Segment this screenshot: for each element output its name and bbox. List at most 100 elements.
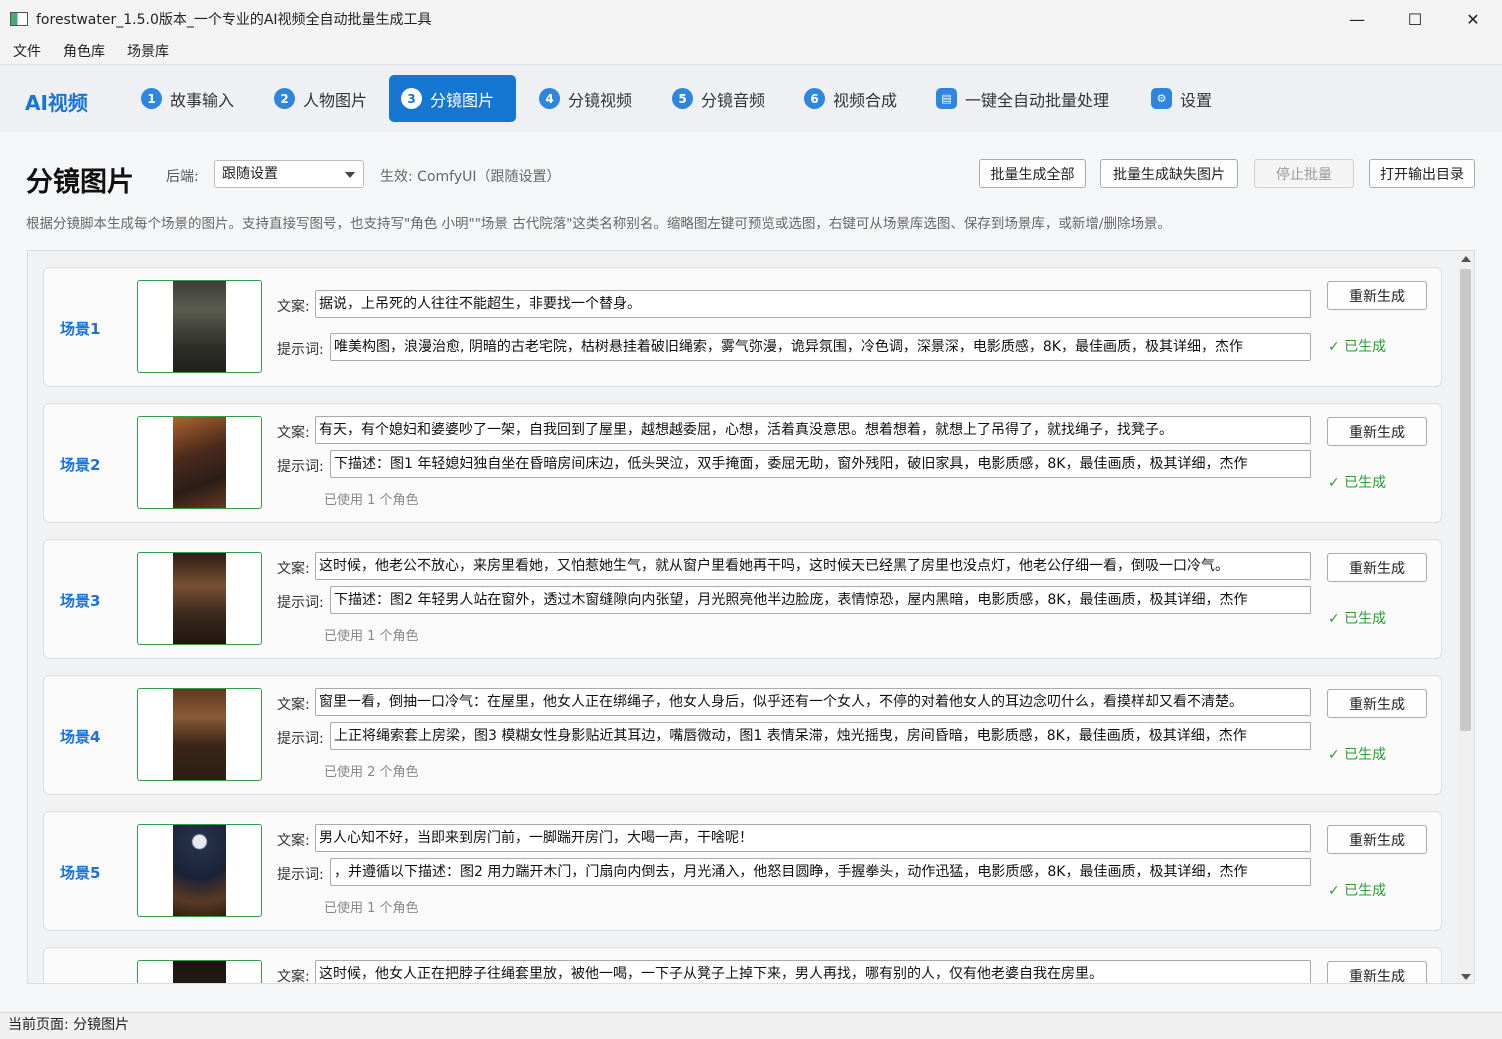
- tab-label: 分镜音频: [701, 90, 766, 110]
- step-6-icon: 6: [804, 88, 825, 109]
- prompt-label: 提示词:: [277, 459, 324, 475]
- prompt-label: 提示词:: [277, 867, 324, 883]
- roles-used-text: 已使用 1 个角色: [324, 629, 419, 644]
- regenerate-button[interactable]: 重新生成: [1327, 417, 1427, 446]
- prompt-input[interactable]: 上正将绳索套上房梁，图3 模糊女性身影贴近其耳边，嘴唇微动，图1 表情呆滞，烛光…: [330, 722, 1311, 750]
- prompt-input[interactable]: 唯美构图，浪漫治愈, 阴暗的古老宅院，枯树悬挂着破旧绳索，雾气弥漫，诡异氛围，冷…: [330, 333, 1311, 361]
- tab-label: 分镜图片: [430, 90, 495, 110]
- copy-input[interactable]: 这时候，他女人正在把脖子往绳套里放，被他一喝，一下子从凳子上掉下来，男人再找，哪…: [315, 960, 1311, 983]
- step-navigation: AI视频 1 故事输入 2 人物图片 3 分镜图片 4 分镜视频 5 分镜音频 …: [0, 64, 1502, 132]
- menu-scene-library[interactable]: 场景库: [114, 41, 178, 61]
- status-badge: ✓ 已生成: [1328, 611, 1387, 627]
- tab-storyboard-audio[interactable]: 5 分镜音频: [660, 75, 777, 122]
- copy-label: 文案:: [277, 561, 310, 577]
- tab-video-compose[interactable]: 6 视频合成: [792, 75, 909, 122]
- copy-input[interactable]: 男人心知不好，当即来到房门前，一脚踹开房门，大喝一声，干啥呢！: [315, 824, 1311, 852]
- menu-bar: 文件 角色库 场景库: [0, 38, 1502, 64]
- copy-input[interactable]: 有天，有个媳妇和婆婆吵了一架，自我回到了屋里，越想越委屈，心想，活着真没意思。想…: [315, 416, 1311, 444]
- regenerate-button[interactable]: 重新生成: [1327, 281, 1427, 310]
- tab-settings[interactable]: ⚙ 设置: [1139, 75, 1224, 122]
- scene-thumbnail[interactable]: [137, 960, 262, 983]
- scene-label: 场景2: [60, 456, 101, 474]
- scene-label: 场景1: [60, 320, 101, 338]
- batch-generate-missing-button[interactable]: 批量生成缺失图片: [1100, 159, 1238, 188]
- roles-used-text: 已使用 1 个角色: [324, 493, 419, 508]
- maximize-button[interactable]: ☐: [1386, 0, 1444, 38]
- open-output-dir-button[interactable]: 打开输出目录: [1369, 159, 1475, 188]
- scene-card: 文案: 这时候，他女人正在把脖子往绳套里放，被他一喝，一下子从凳子上掉下来，男人…: [43, 947, 1442, 984]
- scene-label: 场景5: [60, 864, 101, 882]
- title-bar: forestwater_1.5.0版本_一个专业的AI视频全自动批量生成工具 —…: [0, 0, 1502, 38]
- status-bar: 当前页面: 分镜图片: [0, 1012, 1502, 1039]
- regenerate-button[interactable]: 重新生成: [1327, 553, 1427, 582]
- tab-story-input[interactable]: 1 故事输入: [129, 75, 246, 122]
- copy-label: 文案:: [277, 425, 310, 441]
- scroll-up-icon[interactable]: [1461, 256, 1471, 262]
- prompt-input[interactable]: ，并遵循以下描述：图2 用力踹开木门，门扇向内倒去，月光涌入，他怒目圆睁，手握拳…: [330, 858, 1311, 886]
- scene-thumbnail[interactable]: [137, 552, 262, 645]
- scrollbar-thumb[interactable]: [1460, 269, 1471, 731]
- window-title: forestwater_1.5.0版本_一个专业的AI视频全自动批量生成工具: [36, 12, 432, 28]
- close-button[interactable]: ✕: [1444, 0, 1502, 38]
- copy-label: 文案:: [277, 697, 310, 713]
- copy-label: 文案:: [277, 299, 310, 315]
- status-badge: ✓ 已生成: [1328, 475, 1387, 491]
- scene-card: 场景3 文案: 这时候，他老公不放心，来房里看她，又怕惹她生气，就从窗户里看她再…: [43, 539, 1442, 659]
- copy-input[interactable]: 这时候，他老公不放心，来房里看她，又怕惹她生气，就从窗户里看她再干吗，这时候天已…: [315, 552, 1311, 580]
- tab-label: 设置: [1180, 90, 1213, 110]
- tab-storyboard-images[interactable]: 3 分镜图片: [389, 75, 516, 122]
- scene-image: [173, 689, 226, 780]
- scene-thumbnail[interactable]: [137, 688, 262, 781]
- batch-generate-all-button[interactable]: 批量生成全部: [979, 159, 1086, 188]
- step-2-icon: 2: [274, 88, 295, 109]
- scene-card: 场景2 文案: 有天，有个媳妇和婆婆吵了一架，自我回到了屋里，越想越委屈，心想，…: [43, 403, 1442, 523]
- scene-thumbnail[interactable]: [137, 824, 262, 917]
- step-1-icon: 1: [141, 88, 162, 109]
- backend-label: 后端:: [166, 169, 199, 185]
- scene-image: [173, 825, 226, 916]
- scene-label: 场景3: [60, 592, 101, 610]
- prompt-label: 提示词:: [277, 595, 324, 611]
- scene-thumbnail[interactable]: [137, 280, 262, 373]
- regenerate-button[interactable]: 重新生成: [1327, 689, 1427, 718]
- step-4-icon: 4: [539, 88, 560, 109]
- prompt-input[interactable]: 下描述：图1 年轻媳妇独自坐在昏暗房间床边，低头哭泣，双手掩面，委屈无助，窗外残…: [330, 450, 1311, 478]
- status-badge: ✓ 已生成: [1328, 883, 1387, 899]
- minimize-button[interactable]: —: [1328, 0, 1386, 38]
- stop-batch-button[interactable]: 停止批量: [1254, 159, 1354, 188]
- scene-thumbnail[interactable]: [137, 416, 262, 509]
- tab-character-images[interactable]: 2 人物图片: [262, 75, 379, 122]
- scene-card: 场景1 文案: 据说，上吊死的人往往不能超生，非要找一个替身。 提示词: 唯美构…: [43, 267, 1442, 387]
- tab-storyboard-video[interactable]: 4 分镜视频: [527, 75, 644, 122]
- prompt-label: 提示词:: [277, 342, 324, 358]
- scene-image: [173, 417, 226, 508]
- tab-label: 分镜视频: [568, 90, 633, 110]
- tab-label: 视频合成: [833, 90, 898, 110]
- status-badge: ✓ 已生成: [1328, 747, 1387, 763]
- effective-backend-text: 生效: ComfyUI（跟随设置）: [380, 169, 561, 185]
- scene-list[interactable]: 场景1 文案: 据说，上吊死的人往往不能超生，非要找一个替身。 提示词: 唯美构…: [27, 250, 1475, 984]
- scroll-down-icon[interactable]: [1461, 974, 1471, 980]
- regenerate-button[interactable]: 重新生成: [1327, 825, 1427, 854]
- tab-one-click-batch[interactable]: ▤ 一键全自动批量处理: [924, 75, 1121, 122]
- scene-card: 场景4 文案: 窗里一看，倒抽一口冷气：在屋里，他女人正在绑绳子，他女人身后，似…: [43, 675, 1442, 795]
- copy-input[interactable]: 据说，上吊死的人往往不能超生，非要找一个替身。: [315, 290, 1311, 318]
- vertical-scrollbar[interactable]: [1457, 251, 1474, 983]
- app-icon: [10, 12, 28, 26]
- menu-character-library[interactable]: 角色库: [50, 41, 114, 61]
- gear-icon: ⚙: [1151, 88, 1172, 109]
- backend-select[interactable]: 跟随设置: [214, 160, 364, 188]
- prompt-input[interactable]: 下描述：图2 年轻男人站在窗外，透过木窗缝隙向内张望，月光照亮他半边脸庞，表情惊…: [330, 586, 1311, 614]
- tab-label: 一键全自动批量处理: [965, 90, 1110, 110]
- copy-input[interactable]: 窗里一看，倒抽一口冷气：在屋里，他女人正在绑绳子，他女人身后，似乎还有一个女人，…: [315, 688, 1311, 716]
- page-title: 分镜图片: [26, 167, 134, 198]
- scene-image: [173, 281, 226, 372]
- scene-label: 场景4: [60, 728, 101, 746]
- copy-label: 文案:: [277, 969, 310, 984]
- step-5-icon: 5: [672, 88, 693, 109]
- tab-label: 故事输入: [170, 90, 235, 110]
- scene-card: 场景5 文案: 男人心知不好，当即来到房门前，一脚踹开房门，大喝一声，干啥呢！ …: [43, 811, 1442, 931]
- menu-file[interactable]: 文件: [0, 41, 50, 61]
- chevron-down-icon: [345, 172, 355, 178]
- regenerate-button[interactable]: 重新生成: [1327, 961, 1427, 983]
